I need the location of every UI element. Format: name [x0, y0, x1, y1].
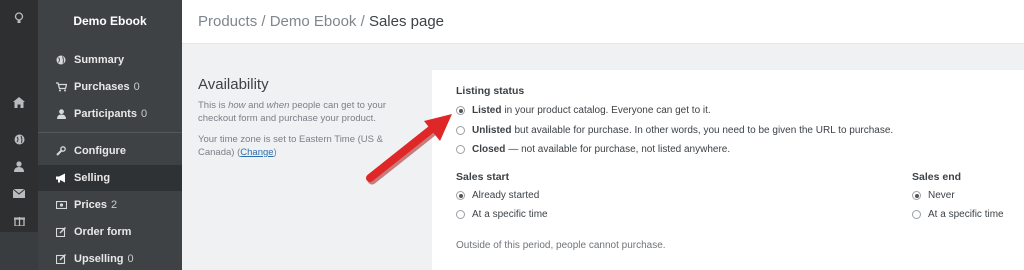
sidebar-item-label: Configure — [74, 145, 126, 157]
edit-icon — [54, 227, 68, 237]
sidebar: Demo Ebook Summary Purchases 0 Participa… — [38, 0, 182, 270]
globe-icon — [54, 55, 68, 65]
icon-rail — [0, 0, 38, 270]
sidebar-divider — [38, 132, 182, 133]
change-timezone-link[interactable]: Change — [240, 147, 273, 158]
listing-status-label: Listing status — [456, 85, 525, 97]
cart-icon — [54, 82, 68, 92]
sales-end-label: Sales end — [912, 171, 962, 183]
sidebar-item-count: 0 — [127, 253, 134, 265]
sales-end-option-specific-time[interactable]: At a specific time — [912, 209, 1004, 220]
sidebar-item-configure[interactable]: Configure — [38, 138, 182, 164]
breadcrumb-demo-ebook[interactable]: Demo Ebook — [270, 13, 357, 30]
sidebar-item-label: Participants — [74, 108, 137, 120]
page-header: Products / Demo Ebook / Sales page — [182, 0, 1024, 44]
home-icon[interactable] — [9, 92, 29, 112]
user-icon[interactable] — [9, 156, 29, 176]
sidebar-item-purchases[interactable]: Purchases 0 — [38, 74, 182, 100]
period-note: Outside of this period, people cannot pu… — [456, 240, 666, 251]
availability-settings-card: Listing status Listed in your product cat… — [432, 70, 1024, 270]
wrench-icon — [54, 146, 68, 156]
breadcrumb-products[interactable]: Products — [198, 13, 257, 30]
edit-icon — [54, 254, 68, 264]
money-icon — [54, 201, 68, 209]
gift-icon[interactable] — [9, 210, 29, 230]
sidebar-item-selling[interactable]: Selling — [38, 165, 182, 191]
sidebar-item-count: 0 — [140, 108, 148, 120]
sidebar-item-upselling[interactable]: Upselling 0 — [38, 246, 182, 270]
listing-option-closed[interactable]: Closed — not available for purchase, not … — [456, 144, 730, 155]
sidebar-item-participants[interactable]: Participants 0 — [38, 101, 182, 127]
already-started-radio[interactable] — [456, 191, 465, 200]
rail-active-block — [0, 232, 38, 270]
breadcrumb-separator: / — [356, 13, 369, 30]
sidebar-item-count: 2 — [111, 199, 118, 211]
sidebar-item-order-form[interactable]: Order form — [38, 219, 182, 245]
annotation-arrow — [366, 114, 452, 185]
sidebar-item-label: Selling — [74, 172, 111, 184]
sidebar-title: Demo Ebook — [73, 14, 147, 28]
sidebar-item-label: Prices — [74, 199, 108, 211]
sidebar-item-label: Upselling — [74, 253, 124, 265]
sidebar-item-prices[interactable]: Prices 2 — [38, 192, 182, 218]
sales-end-option-never[interactable]: Never — [912, 190, 955, 201]
sidebar-item-label: Order form — [74, 226, 132, 238]
sidebar-item-label: Summary — [74, 54, 125, 66]
sales-start-option-specific-time[interactable]: At a specific time — [456, 209, 548, 220]
megaphone-icon — [54, 173, 68, 183]
sidebar-item-label: Purchases — [74, 81, 130, 93]
breadcrumb-separator: / — [257, 13, 270, 30]
lightbulb-icon[interactable] — [9, 8, 29, 28]
sales-start-option-already-started[interactable]: Already started — [456, 190, 539, 201]
listing-option-listed[interactable]: Listed in your product catalog. Everyone … — [456, 105, 711, 116]
breadcrumb-current: Sales page — [368, 13, 445, 30]
user-icon — [54, 109, 68, 119]
mail-icon[interactable] — [9, 183, 29, 203]
end-specific-time-radio[interactable] — [912, 210, 921, 219]
breadcrumb: Products / Demo Ebook / Sales page — [198, 13, 444, 30]
section-title: Availability — [198, 76, 269, 93]
sales-start-label: Sales start — [456, 171, 510, 183]
start-specific-time-radio[interactable] — [456, 210, 465, 219]
sidebar-item-summary[interactable]: Summary — [38, 47, 182, 73]
sidebar-item-count: 0 — [133, 81, 140, 93]
never-radio[interactable] — [912, 191, 921, 200]
listing-option-unlisted[interactable]: Unlisted but available for purchase. In o… — [456, 125, 893, 136]
globe-icon[interactable] — [9, 129, 29, 149]
